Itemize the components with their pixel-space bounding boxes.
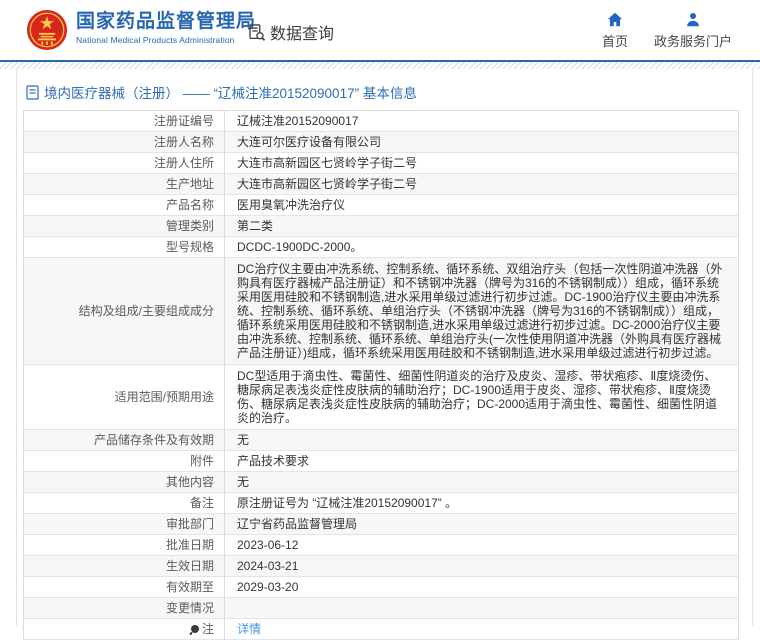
row-label: 生效日期 xyxy=(23,555,225,577)
row-label: 产品储存条件及有效期 xyxy=(23,429,225,451)
row-label: 产品名称 xyxy=(23,194,225,216)
table-row: 有效期至 2029-03-20 xyxy=(23,576,739,598)
row-label: 注册证编号 xyxy=(23,110,225,132)
row-value: 2024-03-21 xyxy=(237,559,299,573)
row-label: 适用范围/预期用途 xyxy=(23,364,225,430)
row-label: 注 xyxy=(23,618,225,640)
row-label: 结构及组成/主要组成成分 xyxy=(23,257,225,365)
table-row: 注册人住所 大连市高新园区七贤岭学子街二号 xyxy=(23,152,739,174)
row-label: 附件 xyxy=(23,450,225,472)
row-value: DCDC-1900DC-2000。 xyxy=(237,240,363,254)
table-row: 管理类别 第二类 xyxy=(23,215,739,237)
row-value: 2023-06-12 xyxy=(237,538,299,552)
table-row: 审批部门 辽宁省药品监督管理局 xyxy=(23,513,739,535)
row-label: 注册人名称 xyxy=(23,131,225,153)
table-row: 变更情况 xyxy=(23,597,739,619)
hatch-stripe xyxy=(0,62,760,69)
row-value xyxy=(225,598,739,619)
table-row: 生效日期 2024-03-21 xyxy=(23,555,739,577)
detail-link[interactable]: 详情 xyxy=(237,622,261,636)
row-label: 批准日期 xyxy=(23,534,225,556)
table-row: 注册人名称 大连可尔医疗设备有限公司 xyxy=(23,131,739,153)
row-value: 2029-03-20 xyxy=(237,580,299,594)
nav-portal-label: 政务服务门户 xyxy=(653,34,732,49)
row-value: 大连市高新园区七贤岭学子街二号 xyxy=(237,156,418,170)
row-value: 详情 xyxy=(225,619,739,640)
info-table-body: 注册证编号 辽械注准20152090017 注册人名称 大连可尔医疗设备有限公司 注册人… xyxy=(23,110,739,640)
table-row: 产品名称 医用臭氧冲洗治疗仪 xyxy=(23,194,739,216)
row-label: 审批部门 xyxy=(23,513,225,535)
row-label: 管理类别 xyxy=(23,215,225,237)
table-row: 其他内容无 xyxy=(23,471,739,493)
content-panel: 境内医疗器械（注册） —— “辽械注准20152090017” 基本信息 注册证… xyxy=(16,69,753,640)
row-value: 原注册证号为 “辽械注准20152090017” 。 xyxy=(237,496,458,510)
table-row: 型号规格 DCDC-1900DC-2000。 xyxy=(23,236,739,258)
emblem-icon xyxy=(26,9,68,51)
row-label: 其他内容 xyxy=(23,471,225,493)
data-query-nav[interactable]: 数据查询 xyxy=(247,20,334,44)
breadcrumb: 境内医疗器械（注册） —— “辽械注准20152090017” 基本信息 xyxy=(17,69,752,110)
document-search-icon xyxy=(249,23,266,41)
table-row: 生产地址 大连市高新园区七贤岭学子街二号 xyxy=(23,173,739,195)
row-label: 生产地址 xyxy=(23,173,225,195)
row-value: 产品技术要求 xyxy=(237,454,310,468)
row-label: 变更情况 xyxy=(23,597,225,619)
row-value: DC治疗仪主要由冲洗系统、控制系统、循环系统、双组治疗头（包括一次性阴道冲洗器（… xyxy=(237,262,723,360)
data-query-label: 数据查询 xyxy=(270,26,335,43)
row-value: 大连市高新园区七贤岭学子街二号 xyxy=(237,177,418,191)
table-row: 适用范围/预期用途 DC型适用于滴虫性、霉菌性、细菌性阴道炎的治疗及皮炎、湿疹、带… xyxy=(23,364,739,430)
table-row: 备注 原注册证号为 “辽械注准20152090017” 。 xyxy=(23,492,739,514)
agency-brand: 国家药品监督管理局 National Medical Products Admi… xyxy=(76,10,256,46)
row-label: 有效期至 xyxy=(23,576,225,598)
note-icon xyxy=(190,625,199,633)
registration-info-table: 注册证编号 辽械注准20152090017 注册人名称 大连可尔医疗设备有限公司 注册人… xyxy=(23,110,739,640)
home-icon xyxy=(607,12,623,27)
row-label: 注册人住所 xyxy=(23,152,225,174)
row-value: 大连可尔医疗设备有限公司 xyxy=(237,135,382,149)
row-value: 无 xyxy=(237,433,250,447)
agency-name-en: National Medical Products Administration xyxy=(76,35,235,45)
table-row: 产品储存条件及有效期无 xyxy=(23,429,739,451)
page-title: 境内医疗器械（注册） —— “辽械注准20152090017” 基本信息 xyxy=(44,86,417,101)
row-value: DC型适用于滴虫性、霉菌性、细菌性阴道炎的治疗及皮炎、湿疹、带状疱疹、Ⅱ度烧烫伤… xyxy=(237,369,718,425)
row-value: 第二类 xyxy=(237,219,274,233)
row-value: 辽宁省药品监督管理局 xyxy=(237,517,358,531)
nav-home-label: 首页 xyxy=(601,34,628,49)
national-emblem-logo[interactable] xyxy=(26,9,68,51)
site-header: 国家药品监督管理局 National Medical Products Admi… xyxy=(0,0,760,60)
nav-home[interactable]: 首页 xyxy=(602,12,628,50)
row-value: 医用臭氧冲洗治疗仪 xyxy=(237,198,346,212)
top-nav: 首页 政务服务门户 xyxy=(602,12,732,50)
page-icon xyxy=(26,84,39,100)
row-value: 无 xyxy=(237,475,250,489)
row-label: 备注 xyxy=(23,492,225,514)
agency-name-cn: 国家药品监督管理局 xyxy=(76,11,257,32)
row-value: 辽械注准20152090017 xyxy=(237,114,359,128)
user-icon xyxy=(687,12,699,27)
table-row: 结构及组成/主要组成成分 DC治疗仪主要由冲洗系统、控制系统、循环系统、双组治疗头… xyxy=(23,257,739,365)
row-label: 型号规格 xyxy=(23,236,225,258)
table-row: 注详情 xyxy=(23,618,739,640)
nav-portal[interactable]: 政务服务门户 xyxy=(654,12,732,50)
table-row: 注册证编号 辽械注准20152090017 xyxy=(23,110,739,132)
table-row: 附件 产品技术要求 xyxy=(23,450,739,472)
table-row: 批准日期 2023-06-12 xyxy=(23,534,739,556)
